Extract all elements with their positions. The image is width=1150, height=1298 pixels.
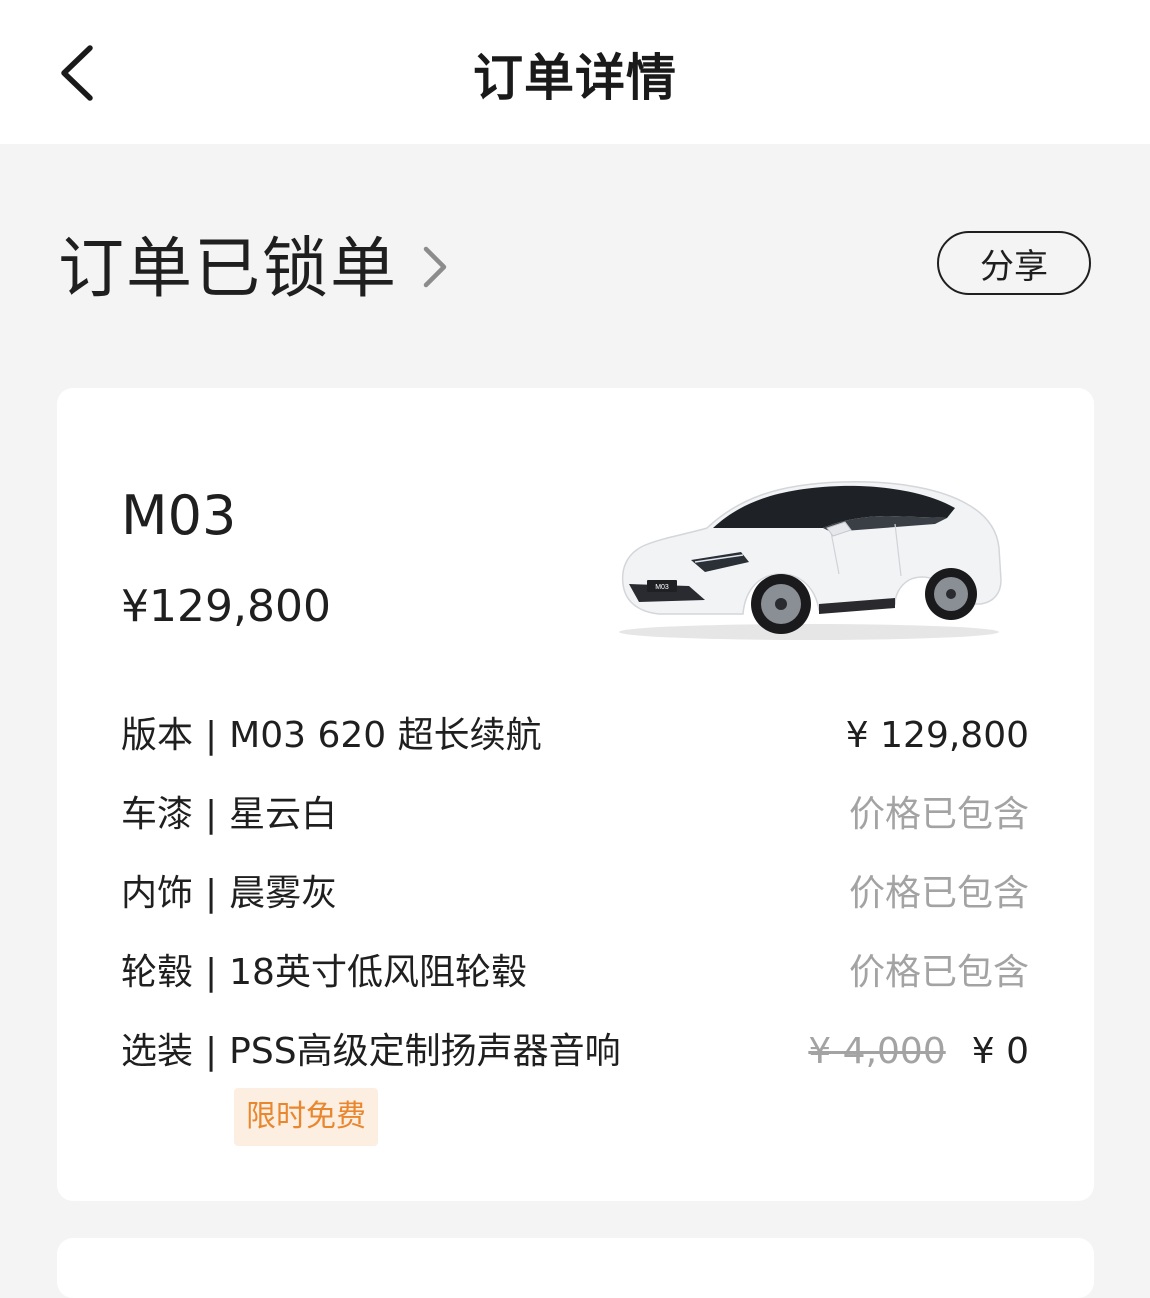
spec-price: 价格已包含 (848, 873, 1029, 914)
spec-price: 价格已包含 (848, 952, 1029, 993)
spec-price: ¥ 129,800 (845, 715, 1029, 756)
share-button[interactable]: 分享 (937, 231, 1091, 295)
promo-badge: 限时免费 (234, 1088, 378, 1146)
white-sedan-car-image: M03 (619, 480, 1002, 640)
spec-value: 星云白 (229, 794, 338, 835)
vehicle-total-price: ¥129,800 (121, 581, 331, 632)
spec-separator: | (205, 1031, 218, 1072)
spec-row-paint: 车漆 | 星云白 价格已包含 (121, 789, 1029, 841)
page-title: 订单详情 (473, 49, 677, 107)
spec-value: 晨雾灰 (229, 873, 338, 914)
spec-separator: | (205, 715, 218, 756)
spec-separator: | (205, 952, 218, 993)
original-price: ¥ 4,000 (808, 1031, 946, 1072)
spec-label: 选装 (121, 1031, 194, 1072)
top-navigation-bar: 订单详情 (0, 0, 1150, 144)
spec-row-interior: 内饰 | 晨雾灰 价格已包含 (121, 868, 1029, 920)
spec-label: 内饰 (121, 873, 194, 914)
order-status-link[interactable]: 订单已锁单 (58, 222, 450, 307)
spec-price: ¥ 0 (971, 1031, 1029, 1072)
spec-row-options: 选装 | PSS高级定制扬声器音响 ¥ 4,000 ¥ 0 (121, 1026, 1029, 1078)
spec-value: 18英寸低风阻轮毂 (229, 952, 527, 993)
vehicle-model-name: M03 (121, 484, 237, 547)
order-status-title: 订单已锁单 (58, 230, 398, 307)
spec-row-wheels: 轮毂 | 18英寸低风阻轮毂 价格已包含 (121, 947, 1029, 999)
vehicle-order-card: M03 ¥129,800 M03 版本 | M03 620 超长续航 ¥ 129… (57, 388, 1094, 1201)
spec-label: 轮毂 (121, 952, 194, 993)
spec-separator: | (205, 873, 218, 914)
next-card (57, 1238, 1094, 1298)
spec-value: M03 620 超长续航 (229, 715, 542, 756)
spec-label: 版本 (121, 715, 194, 756)
spec-label: 车漆 (121, 794, 194, 835)
car-plate-text: M03 (655, 584, 669, 591)
spec-row-version: 版本 | M03 620 超长续航 ¥ 129,800 (121, 710, 1029, 762)
chevron-right-icon (423, 246, 447, 288)
spec-value: PSS高级定制扬声器音响 (229, 1031, 621, 1072)
spec-separator: | (205, 794, 218, 835)
spec-price: 价格已包含 (848, 794, 1029, 835)
